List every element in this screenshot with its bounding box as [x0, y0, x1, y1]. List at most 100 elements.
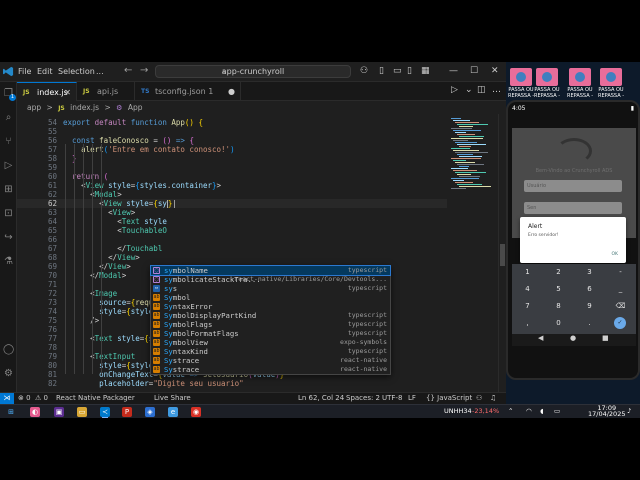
android-studio-icon[interactable]: ◈: [145, 407, 155, 417]
live-share-icon[interactable]: ↪: [3, 232, 14, 243]
nav-home-icon[interactable]: ●: [570, 334, 576, 342]
suggestion-item[interactable]: ab SyntaxKind typescript: [151, 347, 390, 356]
testing-icon[interactable]: ⚗: [3, 256, 14, 267]
clock[interactable]: 17:09 17/04/2025: [588, 405, 625, 418]
maximize-icon[interactable]: ☐: [470, 66, 478, 76]
run-debug-icon[interactable]: ▷: [3, 160, 14, 171]
remote-explorer-icon[interactable]: ⊡: [3, 208, 14, 219]
nav-back-icon[interactable]: ◀: [538, 334, 543, 342]
password-field[interactable]: Sen: [524, 202, 622, 214]
code-line[interactable]: 57 alert('Entre em contato conosco!'): [17, 145, 447, 154]
suggestion-item[interactable]: ab Symbol: [151, 293, 390, 302]
code-line[interactable]: 82 placeholder="Digite seu usuario": [17, 379, 447, 388]
close-window-icon[interactable]: ✕: [491, 66, 499, 76]
search-icon[interactable]: ⌕: [3, 112, 14, 123]
toggle-secondary-sidebar-icon[interactable]: ▯: [407, 66, 412, 76]
thumbnail[interactable]: PASSA OU REPASSA -: [534, 68, 560, 102]
file-explorer-icon[interactable]: ▭: [77, 407, 87, 417]
code-line[interactable]: 59: [17, 163, 447, 172]
breadcrumb-folder[interactable]: app: [27, 103, 41, 112]
tray-chevron-icon[interactable]: ⌃: [508, 407, 513, 415]
thumbnail[interactable]: PASSA OU REPASSA -: [508, 68, 534, 102]
menu-more[interactable]: ...: [96, 67, 104, 76]
keypad-key[interactable]: ⌫: [605, 298, 636, 315]
powerpoint-app-icon[interactable]: P: [122, 407, 132, 417]
suggestion-item[interactable]: ⬡ symbolName typescript: [150, 265, 391, 276]
suggestion-item[interactable]: ab SyntaxError: [151, 302, 390, 311]
copilot-icon[interactable]: ⚇: [360, 66, 368, 76]
code-line[interactable]: 60 return (: [17, 172, 447, 181]
scrollbar-thumb[interactable]: [500, 244, 505, 266]
command-center[interactable]: ⌕ app-crunchyroll: [155, 65, 351, 78]
unsaved-dot-icon[interactable]: ●: [228, 82, 235, 101]
keypad-key[interactable]: 7: [512, 298, 543, 315]
notification-bell-icon[interactable]: ♪: [627, 407, 631, 415]
account-icon[interactable]: ◯: [3, 344, 14, 355]
suggestion-item[interactable]: ab SymbolView expo-symbols: [151, 338, 390, 347]
code-line[interactable]: 63 <View>: [17, 208, 447, 217]
menu-file[interactable]: File: [18, 67, 31, 76]
nav-recents-icon[interactable]: ■: [602, 334, 609, 342]
thumbnail[interactable]: PASSA OU REPASSA -: [598, 68, 624, 102]
keypad-key[interactable]: 3: [574, 264, 605, 281]
username-field[interactable]: Usuário: [524, 180, 622, 192]
forward-arrow-icon[interactable]: →: [140, 65, 148, 76]
minimap[interactable]: [447, 114, 497, 394]
keypad-key[interactable]: 0: [543, 315, 574, 332]
code-line[interactable]: 62 <View style={sy}|: [17, 199, 447, 208]
suggestion-item[interactable]: ab SymbolFormatFlags typescript: [151, 329, 390, 338]
copilot-app-icon[interactable]: ◐: [30, 407, 40, 417]
keypad-key[interactable]: ✓: [614, 317, 626, 329]
suggestion-item[interactable]: ▭ sys typescript: [151, 284, 390, 293]
code-line[interactable]: 65 <TouchableO: [17, 226, 447, 235]
split-editor-icon[interactable]: ◫: [477, 85, 486, 95]
packager-status[interactable]: React Native Packager: [56, 393, 135, 404]
more-actions-icon[interactable]: …: [492, 85, 501, 95]
code-line[interactable]: 55: [17, 127, 447, 136]
start-windows-icon[interactable]: ⊞: [6, 407, 16, 417]
remote-indicator-icon[interactable]: ⋊: [0, 393, 14, 404]
suggestion-item[interactable]: ab SymbolDisplayPartKind typescript: [151, 311, 390, 320]
toggle-sidebar-icon[interactable]: ▯: [379, 66, 384, 76]
keypad-key[interactable]: 4: [512, 281, 543, 298]
keypad-key[interactable]: _: [605, 281, 636, 298]
wifi-icon[interactable]: ◠: [526, 407, 532, 415]
indentation[interactable]: Spaces: 2: [346, 393, 380, 404]
code-line[interactable]: 66: [17, 235, 447, 244]
tab-tsconfig-json[interactable]: TS tsconfig.json 1 ●: [135, 82, 241, 101]
keypad-key[interactable]: 5: [543, 281, 574, 298]
keypad-key[interactable]: 6: [574, 281, 605, 298]
chrome-browser-icon[interactable]: ◉: [191, 407, 201, 417]
breadcrumb-symbol[interactable]: App: [128, 103, 143, 112]
tab-index-js[interactable]: JS index.js ✕: [17, 82, 77, 101]
battery-icon[interactable]: ▭: [554, 407, 560, 415]
alert-ok-button[interactable]: OK: [612, 252, 619, 257]
end-of-line[interactable]: LF: [408, 393, 416, 404]
code-line[interactable]: 54 export default function App() {: [17, 118, 447, 127]
edge-browser-icon[interactable]: e: [168, 407, 178, 417]
suggestion-item[interactable]: ⬡ symbolicateStackTra... react-native/Libr…: [151, 275, 390, 284]
keypad-key[interactable]: 9: [574, 298, 605, 315]
keypad-key[interactable]: 8: [543, 298, 574, 315]
keypad-key[interactable]: ,: [512, 315, 543, 332]
keypad-key[interactable]: 1: [512, 264, 543, 281]
customize-layout-icon[interactable]: ▦: [421, 66, 430, 76]
code-line[interactable]: 67 </Touchabl: [17, 244, 447, 253]
notifications-bell-icon[interactable]: ♫: [490, 393, 496, 404]
code-line[interactable]: 68 </View>: [17, 253, 447, 262]
tab-api-js[interactable]: JS api.js: [77, 82, 135, 101]
teams-app-icon[interactable]: ▣: [54, 407, 64, 417]
errors-count[interactable]: ⊗ 0: [18, 393, 31, 404]
vertical-scrollbar[interactable]: [498, 114, 505, 394]
stock-ticker[interactable]: UNHH34: [444, 407, 472, 415]
language-mode[interactable]: {} JavaScript: [426, 393, 472, 404]
suggestion-item[interactable]: ab Systrace react-native: [151, 356, 390, 365]
suggestion-item[interactable]: ab Systrace react-native: [151, 365, 390, 374]
copilot-status-icon[interactable]: ⚇: [476, 393, 482, 404]
keypad-key[interactable]: -: [605, 264, 636, 281]
code-line[interactable]: 62 <Modal>: [17, 190, 447, 199]
suggestion-item[interactable]: ab SymbolFlags typescript: [151, 320, 390, 329]
volume-icon[interactable]: ◖: [540, 407, 543, 415]
toggle-panel-icon[interactable]: ▭: [393, 66, 402, 76]
settings-gear-icon[interactable]: ⚙: [3, 368, 14, 379]
